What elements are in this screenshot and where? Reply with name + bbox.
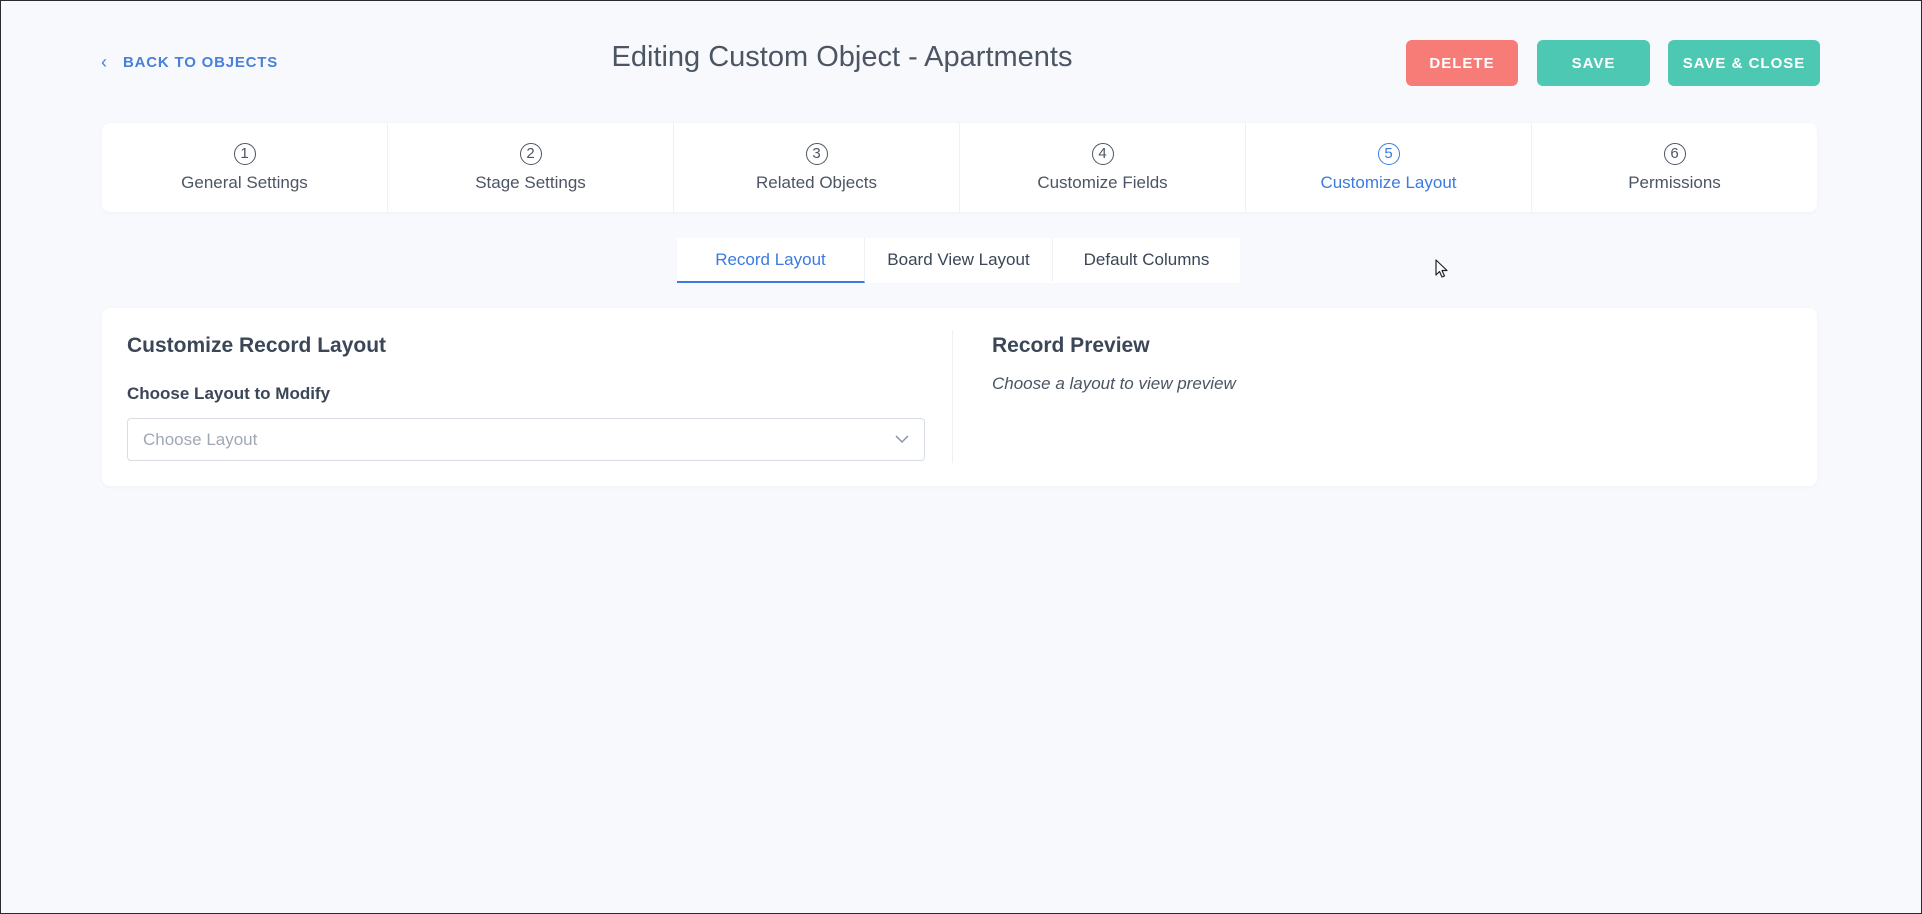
step-related-objects[interactable]: 3 Related Objects — [674, 123, 960, 212]
step-general-settings[interactable]: 1 General Settings — [102, 123, 388, 212]
step-number-badge: 5 — [1377, 142, 1400, 165]
save-button[interactable]: SAVE — [1537, 40, 1650, 86]
mouse-cursor-icon — [1435, 259, 1449, 279]
delete-button[interactable]: DELETE — [1406, 40, 1518, 86]
column-divider — [952, 330, 953, 463]
section-title: Customize Record Layout — [127, 334, 387, 357]
step-label: Related Objects — [756, 172, 877, 192]
choose-layout-select[interactable]: Choose Layout — [127, 418, 925, 461]
record-layout-card: Customize Record Layout Choose Layout to… — [102, 308, 1817, 486]
step-label: Permissions — [1628, 172, 1721, 192]
step-number-badge: 2 — [519, 142, 542, 165]
step-stage-settings[interactable]: 2 Stage Settings — [388, 123, 674, 212]
tab-default-columns[interactable]: Default Columns — [1053, 238, 1240, 282]
step-navigation: 1 General Settings 2 Stage Settings 3 Re… — [102, 123, 1817, 212]
step-label: Customize Layout — [1320, 172, 1457, 192]
step-label: General Settings — [181, 172, 308, 192]
record-preview-section: Record Preview Choose a layout to view p… — [992, 326, 1236, 394]
chevron-down-icon — [894, 432, 910, 448]
select-placeholder: Choose Layout — [143, 429, 258, 449]
step-number-badge: 3 — [805, 142, 828, 165]
step-number-badge: 1 — [233, 142, 256, 165]
app-window: ‹ BACK TO OBJECTS Editing Custom Object … — [0, 0, 1922, 914]
layout-field-label: Choose Layout to Modify — [127, 384, 331, 403]
preview-title: Record Preview — [992, 334, 1150, 357]
step-number-badge: 6 — [1663, 142, 1686, 165]
layout-subtabs: Record Layout Board View Layout Default … — [677, 238, 1240, 283]
customize-record-layout-section: Customize Record Layout Choose Layout to… — [127, 326, 927, 461]
step-customize-fields[interactable]: 4 Customize Fields — [960, 123, 1246, 212]
save-and-close-button[interactable]: SAVE & CLOSE — [1668, 40, 1820, 86]
step-label: Customize Fields — [1037, 172, 1168, 192]
step-label: Stage Settings — [475, 172, 586, 192]
preview-empty-text: Choose a layout to view preview — [992, 374, 1236, 393]
step-customize-layout[interactable]: 5 Customize Layout — [1246, 123, 1532, 212]
tab-record-layout[interactable]: Record Layout — [677, 238, 865, 283]
tab-board-view-layout[interactable]: Board View Layout — [865, 238, 1053, 282]
step-number-badge: 4 — [1091, 142, 1114, 165]
step-permissions[interactable]: 6 Permissions — [1532, 123, 1817, 212]
